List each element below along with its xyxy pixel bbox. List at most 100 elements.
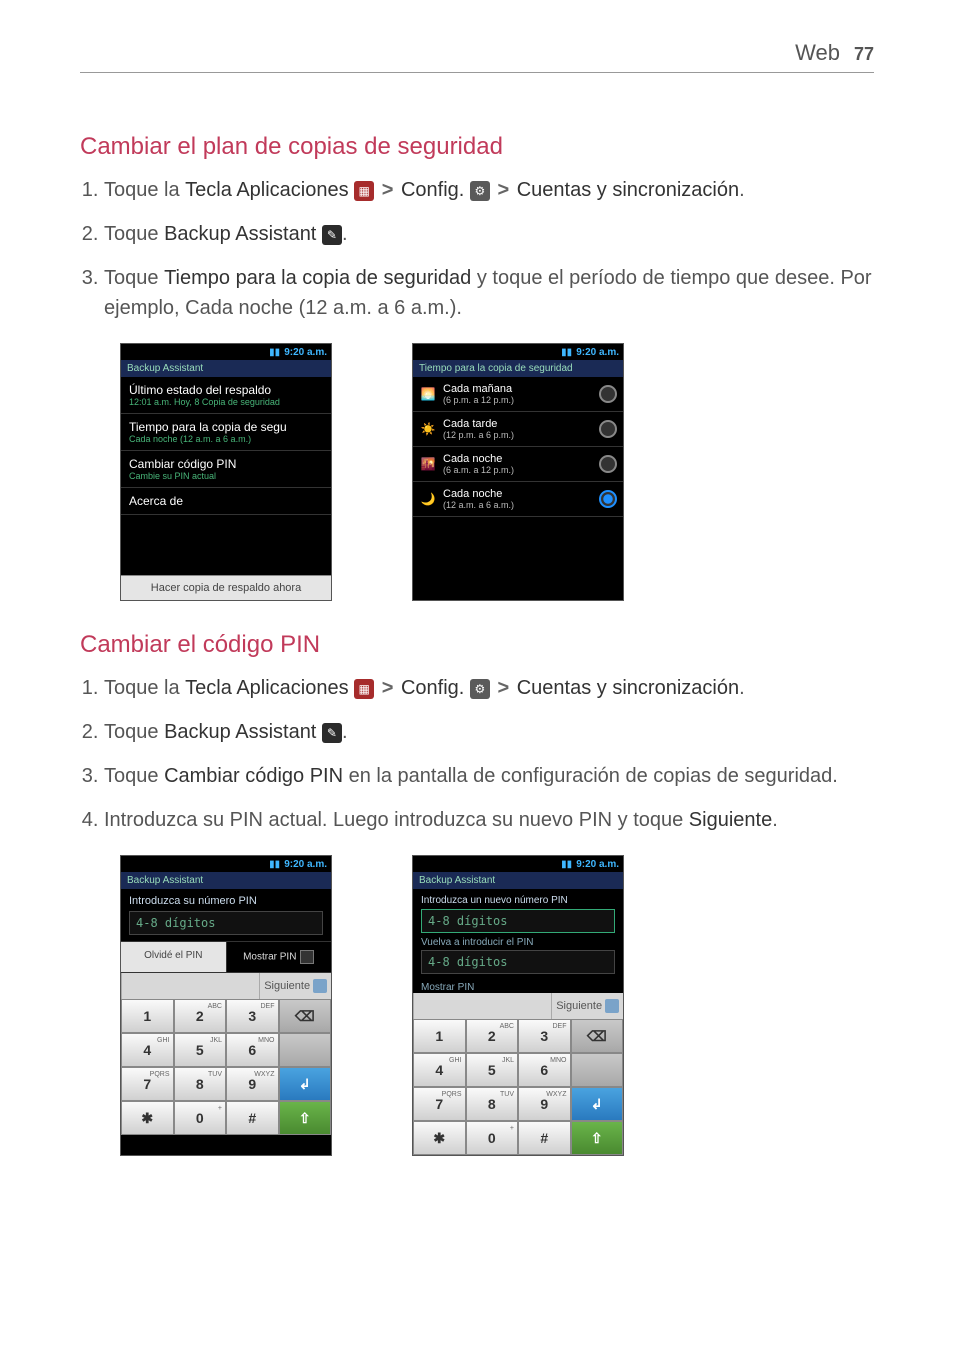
settings-icon: ⚙ [470,181,490,201]
signal-icon: ▮▮ [561,859,572,870]
radio-option[interactable]: 🌙 Cada noche(12 a.m. a 6 a.m.) [413,482,623,517]
screen-title: Tiempo para la copia de seguridad [413,360,623,377]
next-button[interactable]: Siguiente [551,993,623,1019]
time-icon: 🌅 [419,385,437,403]
keypad-key[interactable]: 2ABC [466,1019,519,1053]
option-subtitle: (6 p.m. a 12 p.m.) [443,395,593,405]
keypad-key[interactable]: 3DEF [518,1019,571,1053]
item-subtitle: 12:01 a.m. Hoy, 8 Copia de seguridad [129,397,323,407]
list-item[interactable]: Acerca de [121,488,331,515]
option-title: Cada noche [443,488,593,500]
option-title: Cada tarde [443,418,593,430]
confirm-pin-input[interactable]: 4-8 dígitos [421,950,615,974]
keypad-key[interactable]: 5JKL [466,1053,519,1087]
keypad-key[interactable]: # [226,1101,279,1135]
screenshot-enter-pin: ▮▮9:20 a.m. Backup Assistant Introduzca … [120,855,332,1156]
keypad-key[interactable] [571,1087,624,1121]
section1-heading: Cambiar el plan de copias de seguridad [80,133,874,161]
radio-icon [599,385,617,403]
numeric-keypad: 12ABC3DEF 4GHI5JKL6MNO 7PQRS8TUV9WXYZ ✱0+# [121,999,331,1135]
time-icon: ☀️ [419,420,437,438]
keypad-key[interactable]: 8TUV [174,1067,227,1101]
radio-option[interactable]: 🌇Cada noche(6 a.m. a 12 p.m.) [413,447,623,482]
step: Introduzca su PIN actual. Luego introduz… [104,805,874,835]
keypad-key[interactable]: 1 [413,1019,466,1053]
keypad-key[interactable]: 0+ [174,1101,227,1135]
keypad-key[interactable]: 6MNO [226,1033,279,1067]
screen-title: Backup Assistant [413,872,623,889]
step: Toque la Tecla Aplicaciones ▦ > Config. … [104,175,874,205]
backup-now-button[interactable]: Hacer copia de respaldo ahora [121,575,331,600]
signal-icon: ▮▮ [269,347,280,358]
keypad-key[interactable]: 1 [121,999,174,1033]
prompt-label: Introduzca un nuevo número PIN [421,895,615,906]
keypad-key[interactable] [571,1121,624,1155]
keypad-key[interactable] [571,1019,624,1053]
keypad-key[interactable] [279,1067,332,1101]
list-item[interactable]: Cambiar código PINCambie su PIN actual [121,451,331,488]
item-title: Acerca de [129,494,323,508]
keypad-key[interactable]: 7PQRS [413,1087,466,1121]
option-title: Cada mañana [443,383,593,395]
keypad-key[interactable]: 2ABC [174,999,227,1033]
screenshot-new-pin: ▮▮9:20 a.m. Backup Assistant Introduzca … [412,855,624,1156]
option-subtitle: (12 a.m. a 6 a.m.) [443,500,593,510]
step: Toque Cambiar código PIN en la pantalla … [104,761,874,791]
keypad-key[interactable]: 3DEF [226,999,279,1033]
show-pin-toggle[interactable]: Mostrar PIN [226,942,332,972]
radio-option[interactable]: 🌅 Cada mañana(6 p.m. a 12 p.m.) [413,377,623,412]
keypad-key[interactable]: 9WXYZ [226,1067,279,1101]
backup-assistant-icon: ✎ [322,225,342,245]
page-header: Web 77 [80,40,874,73]
keypad-key[interactable]: 0+ [466,1121,519,1155]
pin-input[interactable]: 4-8 dígitos [129,911,323,935]
section2-steps: Toque la Tecla Aplicaciones ▦ > Config. … [80,673,874,835]
next-button[interactable]: Siguiente [259,973,331,999]
keypad-key[interactable]: 6MNO [518,1053,571,1087]
radio-icon [599,420,617,438]
screen-title: Backup Assistant [121,360,331,377]
signal-icon: ▮▮ [561,347,572,358]
list-item[interactable]: Último estado del respaldo12:01 a.m. Hoy… [121,377,331,414]
item-subtitle: Cambie su PIN actual [129,471,323,481]
apps-icon: ▦ [354,679,374,699]
keypad-key[interactable]: 5JKL [174,1033,227,1067]
checkbox-icon [300,950,314,964]
time-icon: 🌇 [419,455,437,473]
list-item[interactable]: Tiempo para la copia de seguCada noche (… [121,414,331,451]
keypad-key[interactable] [571,1053,624,1087]
item-title: Tiempo para la copia de segu [129,420,323,434]
option-title: Cada noche [443,453,593,465]
keypad-key[interactable]: 7PQRS [121,1067,174,1101]
keypad-key[interactable]: ✱ [413,1121,466,1155]
backup-assistant-icon: ✎ [322,723,342,743]
numeric-keypad: 12ABC3DEF 4GHI5JKL6MNO 7PQRS8TUV9WXYZ ✱0+# [413,1019,623,1155]
step: Toque Backup Assistant ✎. [104,219,874,249]
prompt-label: Introduzca su número PIN [129,895,323,907]
keypad-key[interactable]: 4GHI [121,1033,174,1067]
step: Toque Backup Assistant ✎. [104,717,874,747]
keypad-key[interactable]: 9WXYZ [518,1087,571,1121]
signal-icon: ▮▮ [269,859,280,870]
keypad-key[interactable]: 4GHI [413,1053,466,1087]
keypad-key[interactable]: 8TUV [466,1087,519,1121]
header-page-number: 77 [854,44,874,65]
keypad-key[interactable]: ✱ [121,1101,174,1135]
section2-heading: Cambiar el código PIN [80,631,874,659]
option-subtitle: (12 p.m. a 6 p.m.) [443,430,593,440]
keypad-key[interactable] [279,1033,332,1067]
status-bar: ▮▮9:20 a.m. [413,344,623,360]
time-icon: 🌙 [419,490,437,508]
show-pin-toggle[interactable]: Mostrar PIN [413,980,623,993]
forgot-pin-button[interactable]: Olvidé el PIN [121,942,226,972]
keypad-key[interactable] [279,999,332,1033]
screenshot-backup-settings: ▮▮9:20 a.m. Backup Assistant Último esta… [120,343,332,601]
new-pin-input[interactable]: 4-8 dígitos [421,909,615,933]
status-bar: ▮▮9:20 a.m. [121,856,331,872]
keypad-key[interactable] [279,1101,332,1135]
item-subtitle: Cada noche (12 a.m. a 6 a.m.) [129,434,323,444]
radio-option[interactable]: ☀️ Cada tarde(12 p.m. a 6 p.m.) [413,412,623,447]
arrow-icon [605,999,619,1013]
step: Toque la Tecla Aplicaciones ▦ > Config. … [104,673,874,703]
keypad-key[interactable]: # [518,1121,571,1155]
